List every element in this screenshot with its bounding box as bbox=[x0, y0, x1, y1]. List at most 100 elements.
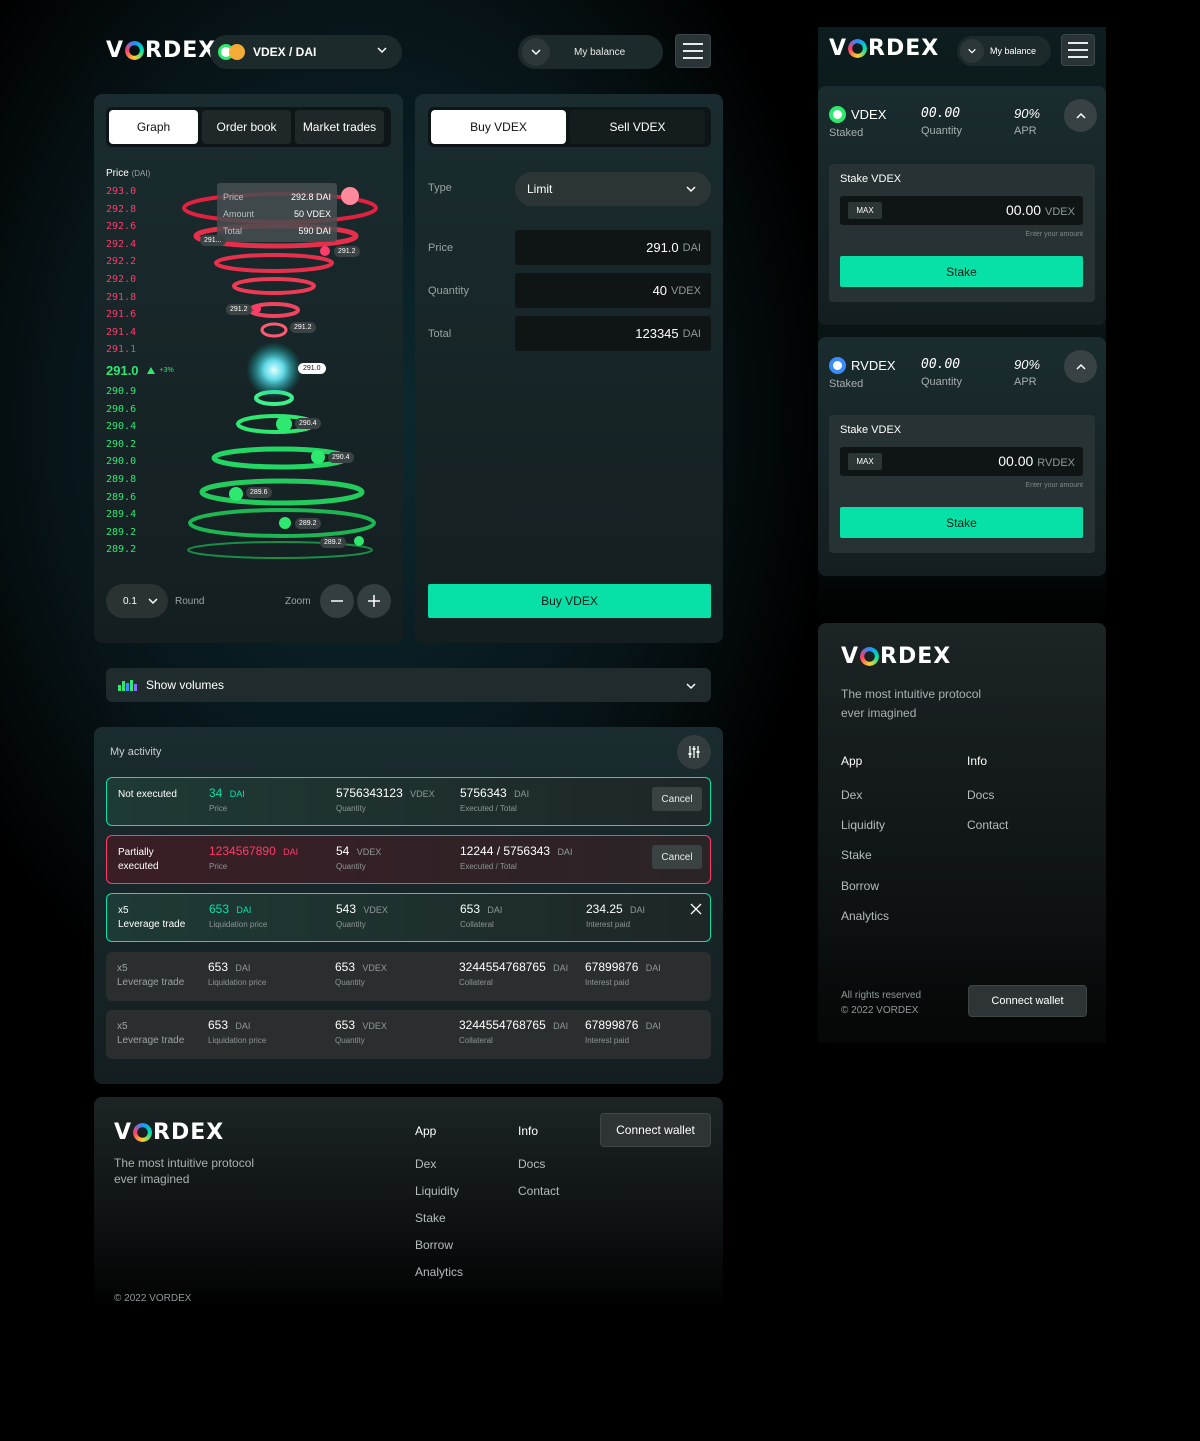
quantity-input[interactable]: 40 VDEX bbox=[515, 273, 711, 308]
ask-price: 292.8 bbox=[106, 203, 137, 215]
vordex-logo[interactable]: V RDEX bbox=[106, 38, 216, 63]
footer-logo[interactable]: V RDEX bbox=[114, 1120, 224, 1145]
mobile-logo[interactable]: V RDEX bbox=[829, 36, 939, 61]
cancel-button[interactable]: Cancel bbox=[652, 787, 702, 811]
max-button[interactable]: MAX bbox=[848, 202, 882, 219]
tab-market-trades[interactable]: Market trades bbox=[295, 110, 384, 144]
current-price: 291.0 +3% bbox=[106, 363, 174, 378]
tab-sell-vdex[interactable]: Sell VDEX bbox=[570, 110, 705, 144]
footer-link-stake[interactable]: Stake bbox=[415, 1211, 446, 1225]
chevron-down-icon bbox=[685, 679, 697, 697]
mobile-footer-logo[interactable]: V RDEX bbox=[841, 644, 951, 669]
mobile-hamburger-menu-icon[interactable] bbox=[1061, 34, 1095, 66]
collapse-button[interactable] bbox=[1064, 350, 1097, 383]
mobile-connect-wallet-button[interactable]: Connect wallet bbox=[968, 985, 1087, 1017]
current-price-marker[interactable]: 291.0 bbox=[298, 363, 326, 374]
footer-link-docs[interactable]: Docs bbox=[518, 1157, 545, 1171]
chevron-down-icon bbox=[522, 38, 550, 66]
price-marker[interactable]: 291.2 bbox=[290, 322, 316, 333]
activity-row: x5 Leverage trade 653 DAI Liquidation pric… bbox=[106, 1010, 711, 1059]
mobile-footer-tagline: The most intuitive protocol ever imagined bbox=[841, 687, 982, 720]
stake-button[interactable]: Stake bbox=[840, 256, 1083, 287]
tab-buy-vdex[interactable]: Buy VDEX bbox=[431, 110, 566, 144]
footer-link-borrow[interactable]: Borrow bbox=[415, 1238, 453, 1252]
footer-link-liquidity[interactable]: Liquidity bbox=[841, 818, 885, 832]
footer-link-stake[interactable]: Stake bbox=[841, 848, 872, 862]
balance-label: My balance bbox=[990, 46, 1037, 56]
close-icon[interactable] bbox=[690, 902, 702, 920]
price-input[interactable]: 291.0 DAI bbox=[515, 230, 711, 265]
logo-text-pre: V bbox=[106, 38, 125, 63]
activity-row: x5 Leverage trade 653 DAI Liquidation pric… bbox=[106, 952, 711, 1001]
staked-token: VDEX Staked bbox=[829, 106, 887, 139]
pair-selector[interactable]: VDEX / DAI bbox=[210, 35, 402, 69]
footer-info-heading: Info bbox=[967, 754, 988, 768]
chevron-down-icon bbox=[960, 39, 984, 63]
cancel-button[interactable]: Cancel bbox=[652, 845, 702, 869]
bid-price: 290.0 bbox=[106, 456, 137, 468]
ask-price: 292.0 bbox=[106, 273, 137, 285]
price-axis-title: Price (DAI) bbox=[106, 168, 151, 179]
tab-order-book[interactable]: Order book bbox=[202, 110, 291, 144]
total-input[interactable]: 123345 DAI bbox=[515, 316, 711, 351]
show-volumes-toggle[interactable]: Show volumes bbox=[106, 668, 711, 702]
zoom-in-button[interactable] bbox=[357, 584, 391, 618]
rvdex-token-icon bbox=[829, 357, 846, 374]
logo-text-post: RDEX bbox=[145, 38, 217, 63]
price-marker[interactable]: 289.2 bbox=[295, 518, 321, 529]
buy-vdex-button[interactable]: Buy VDEX bbox=[428, 584, 711, 618]
sliders-icon bbox=[688, 746, 700, 758]
footer-link-contact[interactable]: Contact bbox=[967, 818, 1008, 832]
footer-link-analytics[interactable]: Analytics bbox=[415, 1265, 463, 1279]
footer-app-heading: App bbox=[415, 1124, 437, 1138]
mobile-balance-selector[interactable]: My balance bbox=[957, 36, 1051, 66]
zoom-out-button[interactable] bbox=[320, 584, 354, 618]
logo-ring-icon bbox=[133, 1123, 153, 1142]
connect-wallet-button[interactable]: Connect wallet bbox=[600, 1113, 711, 1147]
footer-link-dex[interactable]: Dex bbox=[841, 788, 862, 802]
total-label: Total bbox=[428, 328, 452, 340]
bid-price: 289.2 bbox=[106, 544, 137, 556]
tab-graph[interactable]: Graph bbox=[109, 110, 198, 144]
collapse-button[interactable] bbox=[1064, 99, 1097, 132]
price-marker[interactable]: 290.4 bbox=[328, 452, 354, 463]
bid-prices: 290.9 290.6 290.4 290.2 290.0 289.8 289.… bbox=[106, 386, 136, 562]
max-button[interactable]: MAX bbox=[848, 453, 882, 470]
minus-icon bbox=[331, 600, 343, 602]
price-marker[interactable]: 290.4 bbox=[295, 418, 321, 429]
dai-token-icon bbox=[229, 44, 245, 60]
chevron-down-icon bbox=[147, 594, 159, 612]
plus-icon bbox=[368, 595, 380, 607]
hamburger-menu-icon[interactable] bbox=[675, 34, 711, 68]
price-marker[interactable]: 291.2 bbox=[226, 304, 252, 315]
balance-selector[interactable]: My balance bbox=[518, 35, 663, 69]
stake-amount-input[interactable]: MAX 00.00 VDEX bbox=[840, 196, 1083, 225]
footer-link-borrow[interactable]: Borrow bbox=[841, 879, 879, 893]
ask-price: 291.8 bbox=[106, 291, 137, 303]
footer-link-analytics[interactable]: Analytics bbox=[841, 909, 889, 923]
stake-amount-input[interactable]: MAX 00.00 RVDEX bbox=[840, 447, 1083, 476]
order-type-select[interactable]: Limit bbox=[515, 172, 711, 206]
round-select[interactable]: 0.1 bbox=[106, 584, 168, 618]
ask-price: 293.0 bbox=[106, 186, 137, 197]
footer-link-docs[interactable]: Docs bbox=[967, 788, 994, 802]
footer-link-liquidity[interactable]: Liquidity bbox=[415, 1184, 459, 1198]
footer-link-dex[interactable]: Dex bbox=[415, 1157, 436, 1171]
price-marker[interactable]: 291... bbox=[200, 235, 226, 246]
bid-price: 290.6 bbox=[106, 403, 137, 415]
order-tabs: Buy VDEX Sell VDEX bbox=[428, 107, 711, 147]
stake-hint: Enter your amount bbox=[1025, 482, 1083, 489]
ask-price: 291.4 bbox=[106, 326, 137, 338]
stake-hint: Enter your amount bbox=[1025, 231, 1083, 238]
footer-link-contact[interactable]: Contact bbox=[518, 1184, 559, 1198]
filter-button[interactable] bbox=[677, 735, 711, 769]
round-value: 0.1 bbox=[123, 595, 137, 607]
price-marker[interactable]: 289.6 bbox=[246, 487, 272, 498]
price-marker[interactable]: 289.2 bbox=[320, 537, 346, 548]
zoom-label: Zoom bbox=[285, 596, 311, 607]
row-status: x5 Leverage trade bbox=[117, 963, 185, 988]
stake-button[interactable]: Stake bbox=[840, 507, 1083, 538]
price-label: Price bbox=[428, 242, 454, 254]
price-marker[interactable]: 291.2 bbox=[334, 246, 360, 257]
price-tooltip: Price 292.8 DAI Amount 50 VDEX Total 590 DA… bbox=[217, 183, 337, 242]
